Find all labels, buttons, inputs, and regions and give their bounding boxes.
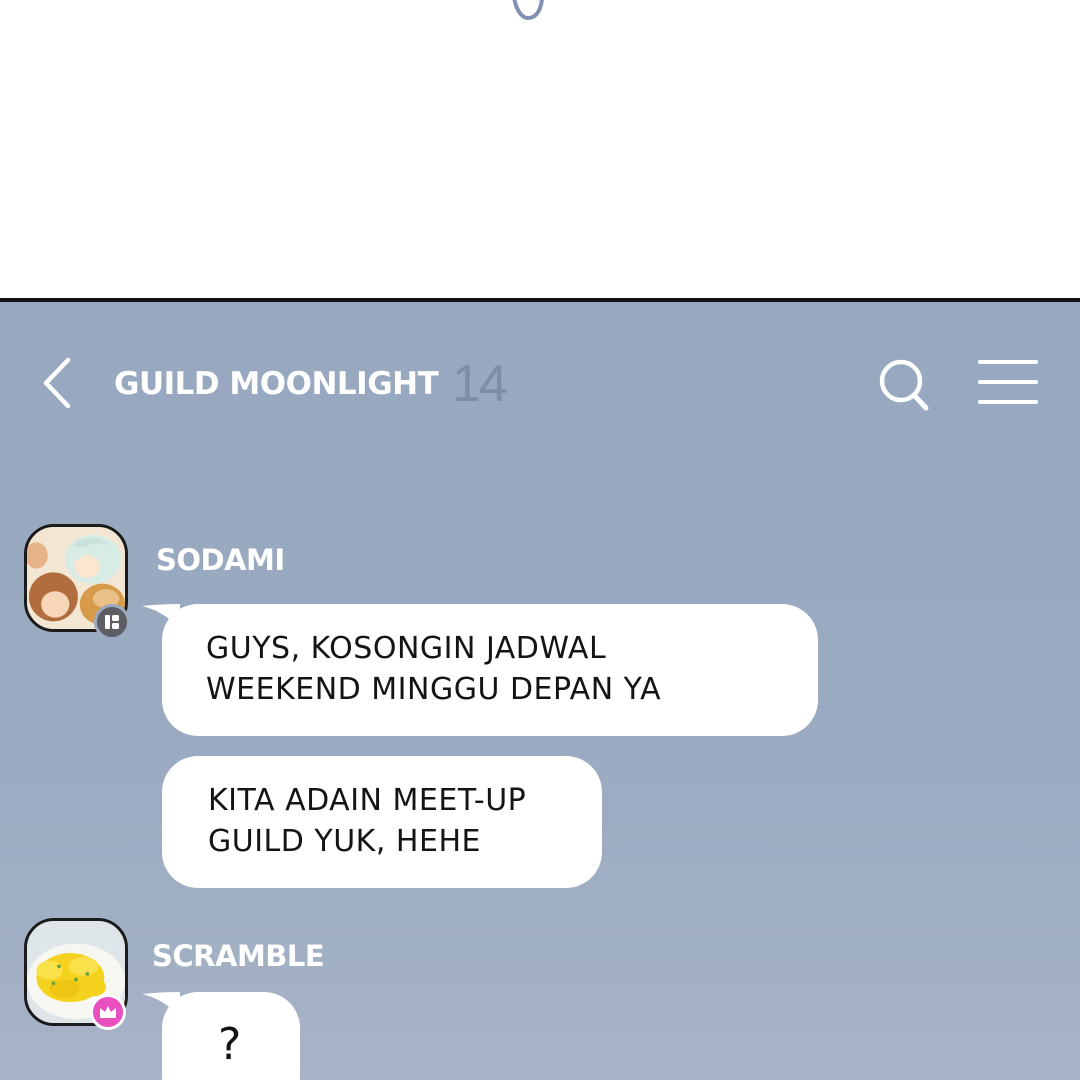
chevron-left-icon[interactable] <box>38 356 78 410</box>
bubble-tail <box>142 604 180 630</box>
sender-name: SCRAMBLE <box>152 939 325 973</box>
scribble-icon <box>512 0 544 21</box>
search-icon[interactable] <box>876 356 932 412</box>
hamburger-menu-icon[interactable] <box>976 356 1040 412</box>
message-text: GUILD YUK, HEHE <box>208 824 481 859</box>
chat-header: GUILD MOONLIGHT 14 <box>0 342 1080 422</box>
bubble-tail <box>142 992 180 1018</box>
message-text: WEEKEND MINGGU DEPAN YA <box>206 672 662 707</box>
member-count: 14 <box>452 355 508 413</box>
message-bubble[interactable]: KITA ADAIN MEET-UP GUILD YUK, HEHE <box>162 756 602 888</box>
chat-title: GUILD MOONLIGHT <box>114 366 439 402</box>
webtoon-page: GUILD MOONLIGHT 14 SODAMI GUYS, KOSONGIN… <box>0 0 1080 1080</box>
sender-name: SODAMI <box>156 543 285 577</box>
message-bubble[interactable]: GUYS, KOSONGIN JADWAL WEEKEND MINGGU DEP… <box>162 604 818 736</box>
message-bubble[interactable]: ? <box>162 992 300 1080</box>
top-comic-panel <box>0 0 1080 298</box>
crown-badge-icon <box>90 994 126 1030</box>
message-text: KITA ADAIN MEET-UP <box>208 783 527 818</box>
message-text: GUYS, KOSONGIN JADWAL <box>206 631 607 666</box>
message-text: ? <box>218 1019 242 1070</box>
chat-screen: GUILD MOONLIGHT 14 SODAMI GUYS, KOSONGIN… <box>0 302 1080 1080</box>
bookmark-badge-icon <box>94 604 130 640</box>
